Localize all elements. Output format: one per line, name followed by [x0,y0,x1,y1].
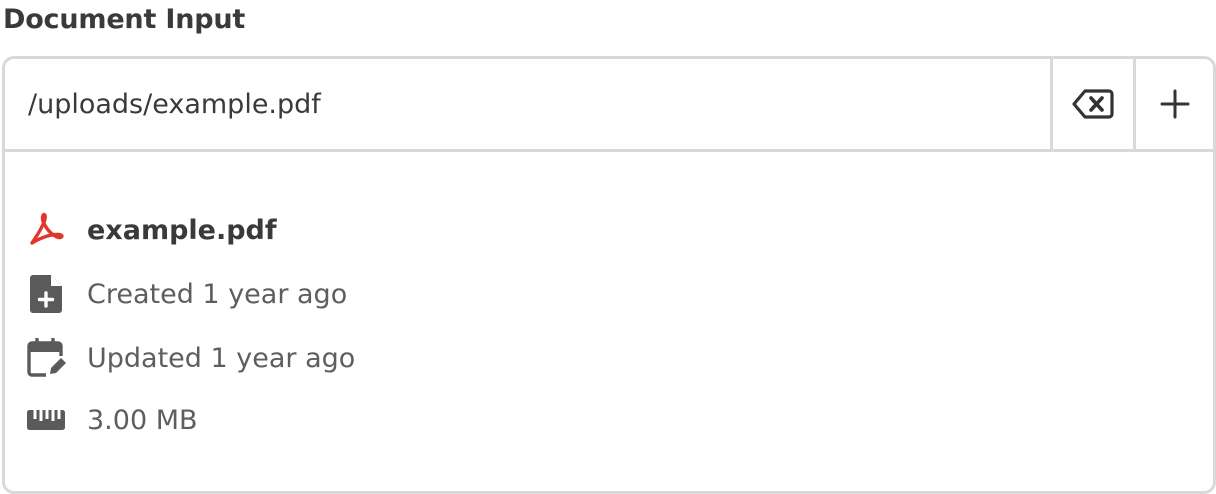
plus-icon [1160,89,1189,119]
size-row: 3.00 MB [25,400,198,440]
updated-text: Updated 1 year ago [87,342,356,374]
acrobat-pdf-icon [25,210,67,250]
calendar-edit-icon [25,338,67,378]
file-plus-icon [25,274,67,314]
input-row [5,59,1213,152]
updated-row: Updated 1 year ago [25,338,355,378]
clear-button[interactable] [1050,59,1133,149]
file-name: example.pdf [87,214,277,246]
ruler-icon [25,400,67,440]
add-button[interactable] [1133,59,1213,149]
backspace-clear-icon [1072,89,1114,119]
created-row: Created 1 year ago [25,274,347,314]
field-label: Document Input [3,4,246,35]
size-text: 3.00 MB [87,404,198,436]
document-path-input[interactable] [5,59,1050,149]
created-text: Created 1 year ago [87,278,348,310]
document-input-card: example.pdf Created 1 year ago [2,56,1216,494]
file-name-row: example.pdf [25,210,277,250]
